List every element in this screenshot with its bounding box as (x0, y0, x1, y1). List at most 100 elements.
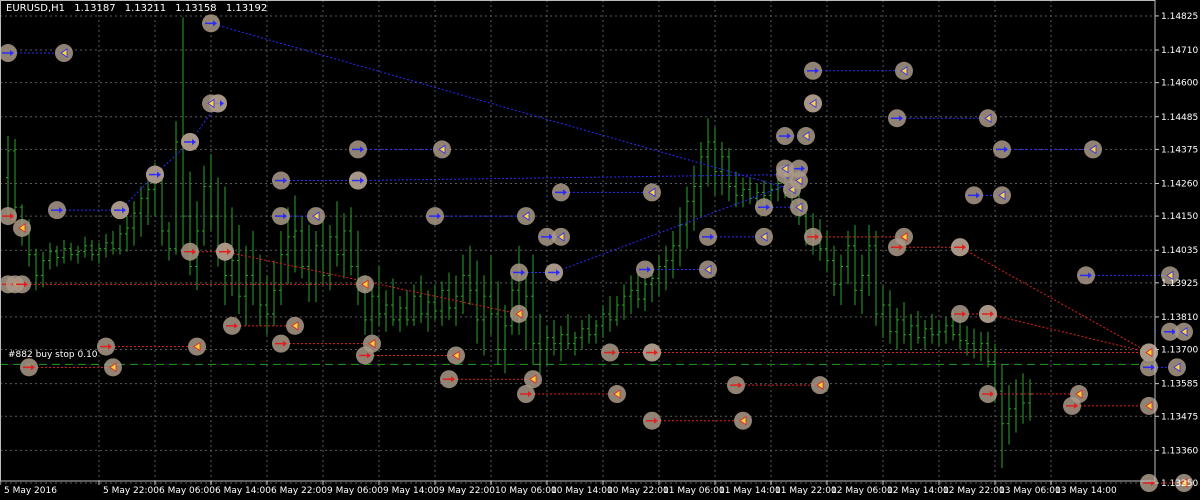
sell-close-marker[interactable] (104, 358, 122, 377)
buy-close-marker[interactable] (993, 186, 1011, 205)
buy-open-marker[interactable] (552, 183, 570, 202)
ohlc-low: 1.13158 (175, 3, 217, 14)
buy-open-marker[interactable] (272, 171, 290, 190)
buy-open-marker[interactable] (181, 132, 199, 151)
price-tick-label: 1.13475 (1161, 412, 1198, 422)
buy-open-marker[interactable] (146, 165, 164, 184)
sell-open-marker[interactable] (727, 376, 745, 395)
buy-open-marker[interactable] (965, 186, 983, 205)
sell-open-marker[interactable] (979, 304, 997, 323)
buy-close-marker[interactable] (552, 227, 570, 246)
buy-close-marker[interactable] (699, 260, 717, 279)
sell-open-marker[interactable] (181, 242, 199, 261)
buy-close-marker[interactable] (643, 183, 661, 202)
price-tick-label: 1.14375 (1161, 145, 1198, 155)
sell-open-marker[interactable] (951, 304, 969, 323)
sell-open-marker[interactable] (951, 238, 969, 257)
sell-close-marker[interactable] (734, 411, 752, 430)
sell-open-marker[interactable] (1063, 396, 1081, 415)
price-tick-label: 1.14260 (1161, 179, 1198, 189)
buy-close-marker[interactable] (1175, 322, 1193, 341)
price-tick-label: 1.13810 (1161, 313, 1198, 323)
sell-open-marker[interactable] (20, 358, 38, 377)
sell-close-marker[interactable] (811, 376, 829, 395)
buy-open-marker[interactable] (993, 140, 1011, 159)
sell-open-marker[interactable] (643, 411, 661, 430)
time-tick-label: 13 May 06:00 (999, 486, 1061, 496)
sell-close-marker[interactable] (356, 275, 374, 294)
sell-close-marker[interactable] (286, 316, 304, 335)
buy-close-marker[interactable] (55, 44, 73, 63)
buy-close-marker[interactable] (776, 159, 794, 178)
sell-close-marker[interactable] (447, 346, 465, 365)
time-tick-label: 10 May 22:00 (607, 486, 669, 496)
buy-close-marker[interactable] (804, 94, 822, 113)
time-tick-label: 5 May 2016 (4, 486, 57, 496)
buy-close-marker[interactable] (1084, 140, 1102, 159)
sell-open-marker[interactable] (888, 238, 906, 257)
buy-open-marker[interactable] (804, 61, 822, 80)
buy-close-marker[interactable] (1168, 358, 1186, 377)
price-tick-label: 1.13700 (1161, 346, 1198, 356)
buy-open-marker[interactable] (349, 171, 367, 190)
sell-open-marker[interactable] (97, 337, 115, 356)
buy-open-marker[interactable] (426, 207, 444, 226)
buy-open-marker[interactable] (1077, 266, 1095, 285)
time-tick-label: 12 May 22:00 (943, 486, 1005, 496)
sell-close-marker[interactable] (13, 218, 31, 237)
time-tick-label: 13 May 14:00 (1055, 486, 1117, 496)
price-tick-label: 1.13360 (1161, 446, 1198, 456)
price-tick-label: 1.14600 (1161, 79, 1198, 89)
buy-close-marker[interactable] (895, 61, 913, 80)
sell-open-marker[interactable] (13, 275, 31, 294)
ohlc-open: 1.13187 (74, 3, 116, 14)
buy-open-marker[interactable] (636, 260, 654, 279)
price-chart[interactable]: 1.14825 1.14710 1.14600 1.14485 1.14375 1.142… (0, 0, 1200, 500)
buy-open-marker[interactable] (349, 140, 367, 159)
price-tick-label: 1.14825 (1161, 12, 1198, 22)
buy-open-marker[interactable] (510, 263, 528, 282)
buy-open-marker[interactable] (888, 109, 906, 128)
buy-close-marker[interactable] (433, 140, 451, 159)
buy-open-marker[interactable] (776, 127, 794, 146)
time-tick-label: 10 May 06:00 (495, 486, 557, 496)
buy-open-marker[interactable] (48, 201, 66, 220)
price-tick-label: 1.13925 (1161, 279, 1198, 289)
price-tick-label: 1.14710 (1161, 46, 1198, 56)
sell-open-marker[interactable] (440, 370, 458, 389)
sell-open-marker[interactable] (223, 316, 241, 335)
time-tick-label: 10 May 14:00 (551, 486, 613, 496)
buy-open-marker[interactable] (545, 263, 563, 282)
buy-close-marker[interactable] (307, 207, 325, 226)
sell-open-marker[interactable] (804, 227, 822, 246)
sell-close-marker[interactable] (608, 385, 626, 404)
sell-close-marker[interactable] (510, 304, 528, 323)
buy-close-marker[interactable] (517, 207, 535, 226)
ohlc-close: 1.13192 (225, 3, 268, 14)
buy-close-marker[interactable] (755, 227, 773, 246)
time-tick-label: 11 May 22:00 (775, 486, 837, 496)
sell-open-marker[interactable] (517, 385, 535, 404)
buy-close-marker[interactable] (797, 127, 815, 146)
buy-open-marker[interactable] (111, 201, 129, 220)
sell-close-marker[interactable] (188, 337, 206, 356)
buy-close-marker[interactable] (202, 94, 220, 113)
sell-open-marker[interactable] (601, 343, 619, 362)
sell-open-marker[interactable] (272, 334, 290, 353)
time-tick-label: 6 May 06:00 (159, 486, 215, 496)
buy-close-marker[interactable] (790, 198, 808, 217)
sell-open-marker[interactable] (216, 242, 234, 261)
buy-open-marker[interactable] (699, 227, 717, 246)
sell-open-marker[interactable] (643, 343, 661, 362)
buy-open-marker[interactable] (755, 198, 773, 217)
time-tick-label: 11 May 06:00 (663, 486, 725, 496)
buy-open-marker[interactable] (272, 207, 290, 226)
buy-open-marker[interactable] (202, 14, 220, 33)
sell-open-marker[interactable] (979, 385, 997, 404)
sell-open-marker[interactable] (356, 346, 374, 365)
ohlc-high: 1.13211 (124, 3, 167, 14)
price-axis: 1.14825 1.14710 1.14600 1.14485 1.14375 1.142… (1155, 12, 1198, 489)
buy-close-marker[interactable] (979, 109, 997, 128)
time-tick-label: 9 May 06:00 (327, 486, 383, 496)
price-tick-label: 1.13585 (1161, 380, 1198, 390)
